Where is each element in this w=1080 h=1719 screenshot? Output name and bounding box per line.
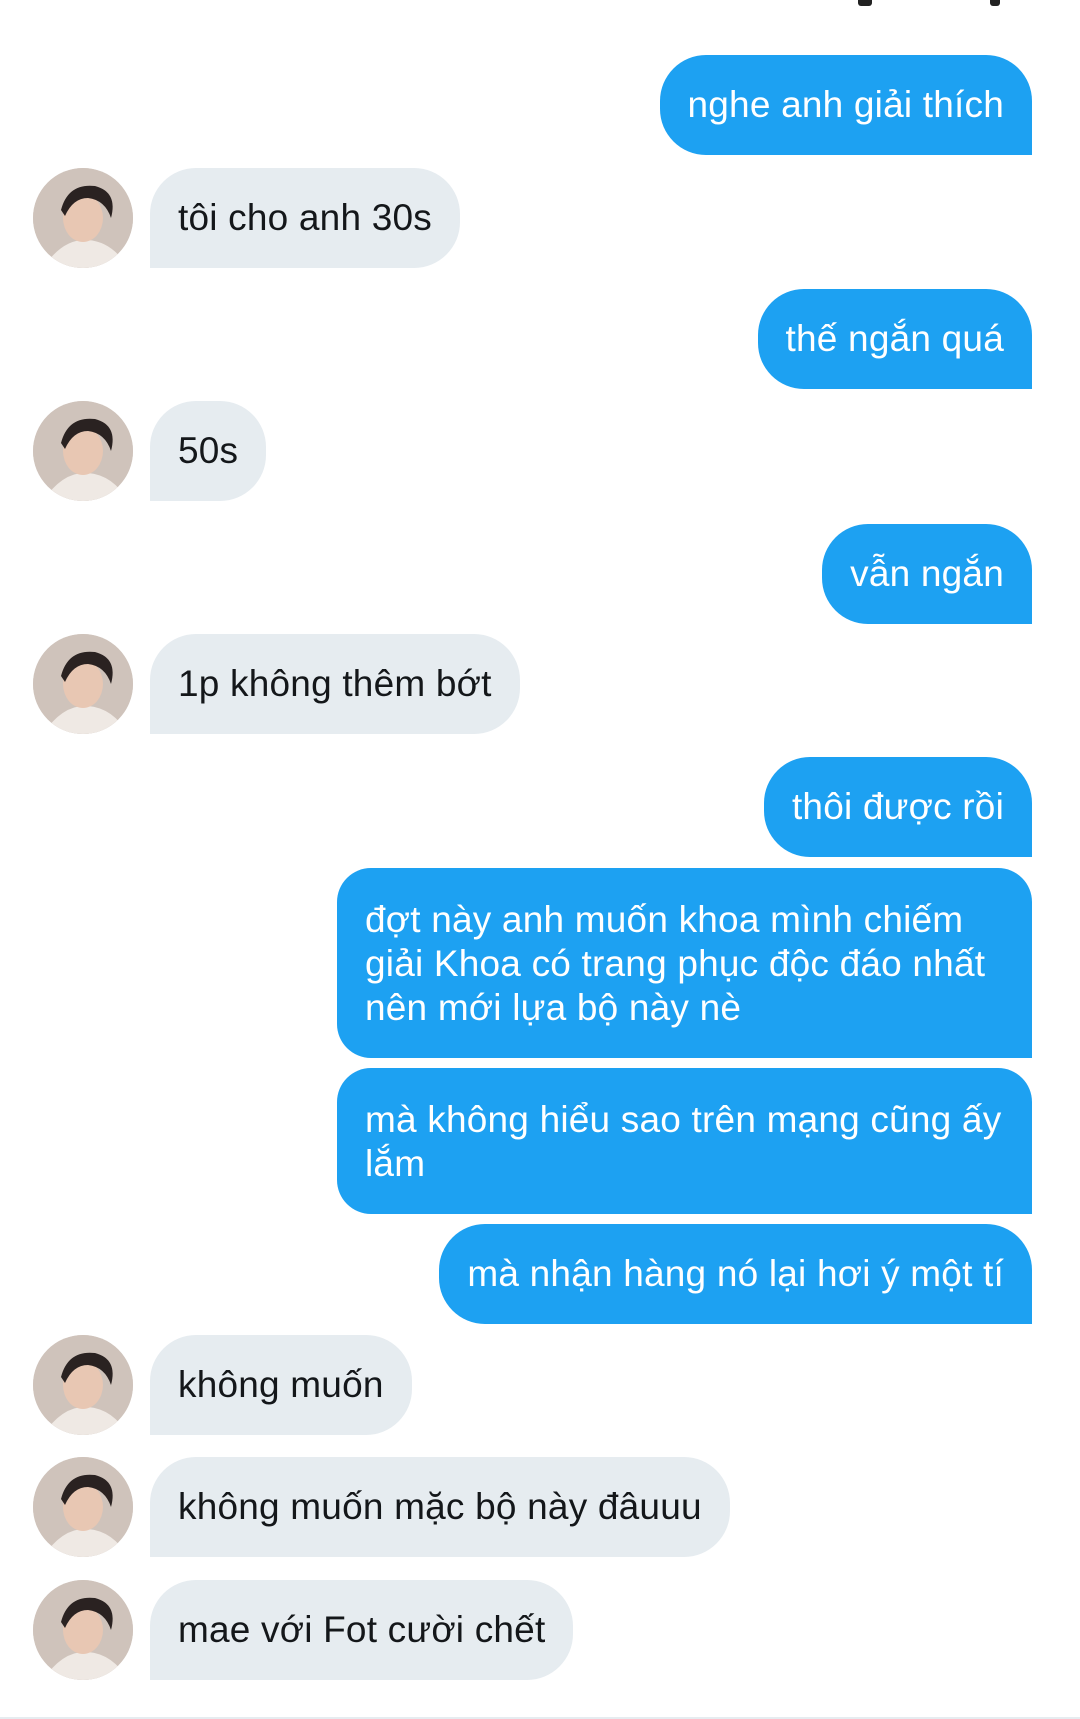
message-text: 50s <box>178 430 239 471</box>
outgoing-message-bubble[interactable]: nghe anh giải thích <box>659 55 1032 155</box>
incoming-message-bubble[interactable]: tôi cho anh 30s <box>150 168 460 268</box>
avatar-photo-icon <box>33 168 133 268</box>
outgoing-message-bubble[interactable]: mà không hiểu sao trên mạng cũng ấy lắm <box>337 1068 1032 1214</box>
message-text: vẫn ngắn <box>850 553 1004 594</box>
message-text: 1p không thêm bớt <box>178 663 492 704</box>
message-text: tôi cho anh 30s <box>178 197 432 238</box>
contact-avatar[interactable] <box>33 1335 133 1435</box>
message-text: đợt này anh muốn khoa mình chiếm giải Kh… <box>365 899 986 1028</box>
message-text: mae với Fot cười chết <box>178 1609 546 1650</box>
message-thread[interactable]: nghe anh giải thích tôi cho anh 30s thế … <box>0 0 1080 1719</box>
outgoing-message-bubble[interactable]: thôi được rồi <box>763 757 1032 857</box>
avatar-photo-icon <box>33 634 133 734</box>
message-text: không muốn <box>178 1364 384 1405</box>
message-text: mà không hiểu sao trên mạng cũng ấy lắm <box>365 1099 1002 1184</box>
outgoing-message-bubble[interactable]: đợt này anh muốn khoa mình chiếm giải Kh… <box>337 868 1032 1058</box>
avatar-photo-icon <box>33 1580 133 1680</box>
incoming-message-bubble[interactable]: 1p không thêm bớt <box>150 634 520 734</box>
avatar-photo-icon <box>33 1457 133 1557</box>
message-text: thế ngắn quá <box>785 318 1004 359</box>
contact-avatar[interactable] <box>33 401 133 501</box>
incoming-message-bubble[interactable]: mae với Fot cười chết <box>150 1580 574 1680</box>
avatar-photo-icon <box>33 1335 133 1435</box>
contact-avatar[interactable] <box>33 1457 133 1557</box>
contact-avatar[interactable] <box>33 168 133 268</box>
incoming-message-bubble[interactable]: không muốn mặc bộ này đâuuu <box>150 1457 730 1557</box>
outgoing-message-bubble[interactable]: thế ngắn quá <box>757 289 1032 389</box>
incoming-message-bubble[interactable]: không muốn <box>150 1335 412 1435</box>
message-text: nghe anh giải thích <box>687 84 1004 125</box>
avatar-photo-icon <box>33 401 133 501</box>
incoming-message-bubble[interactable]: 50s <box>150 401 267 501</box>
message-text: thôi được rồi <box>791 786 1004 827</box>
contact-avatar[interactable] <box>33 1580 133 1680</box>
outgoing-message-bubble[interactable]: vẫn ngắn <box>822 524 1032 624</box>
message-text: không muốn mặc bộ này đâuuu <box>178 1486 702 1527</box>
message-text: mà nhận hàng nó lại hơi ý một tí <box>467 1253 1004 1294</box>
outgoing-message-bubble[interactable]: mà nhận hàng nó lại hơi ý một tí <box>439 1224 1032 1324</box>
contact-avatar[interactable] <box>33 634 133 734</box>
